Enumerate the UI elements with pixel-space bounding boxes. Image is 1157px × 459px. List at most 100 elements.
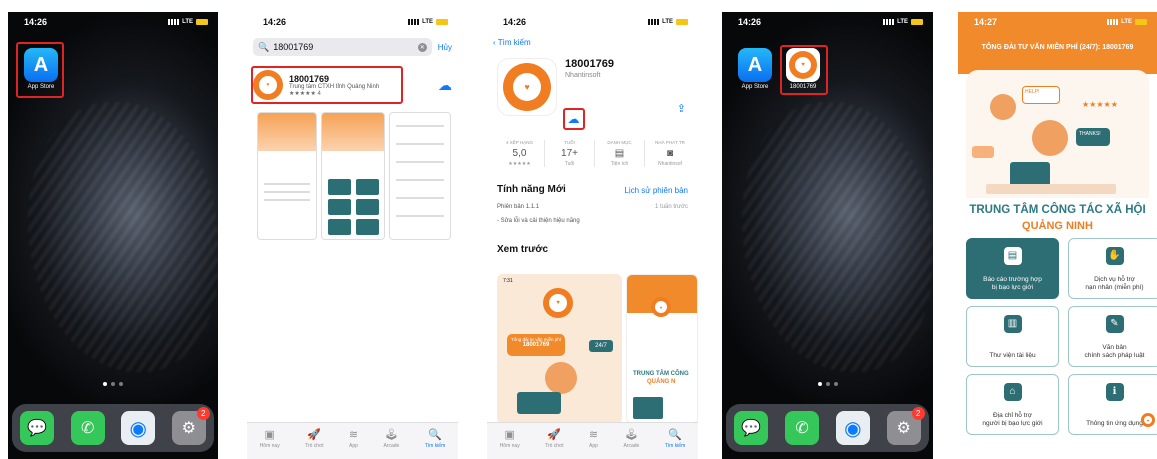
notification-badge: 2: [196, 407, 210, 420]
menu-card-support-services[interactable]: ✋ Dịch vụ hỗ trợ nạn nhân (miễn phí): [1068, 238, 1157, 299]
network-type: LTE: [662, 19, 673, 25]
screenshot-thumb-2[interactable]: [321, 112, 385, 240]
help-bubble: HELP!: [1022, 86, 1060, 104]
signal-icon: [883, 19, 895, 25]
back-button[interactable]: ‹ Tìm kiếm: [493, 38, 531, 47]
screenshot-thumb-1[interactable]: [257, 112, 317, 240]
calculator-icon: ▤: [614, 148, 625, 159]
messages-icon[interactable]: 💬: [20, 411, 55, 445]
status-bar: 14:27 LTE: [958, 12, 1157, 32]
rocket-icon: 🚀: [547, 429, 562, 441]
safari-icon[interactable]: ◉: [835, 411, 870, 445]
hotline-banner[interactable]: TỔNG ĐÀI TƯ VẤN MIỄN PHÍ (24/7): 1800176…: [958, 44, 1157, 51]
tab-apps[interactable]: ≋ App: [349, 428, 358, 449]
screenshot-thumb-3[interactable]: [389, 112, 451, 240]
download-cloud-icon[interactable]: ☁: [438, 77, 452, 94]
menu-card-report[interactable]: ▤ Báo cáo trường hợp bị bạo lực giới: [966, 238, 1059, 299]
tab-search[interactable]: 🔍 Tìm kiếm: [665, 428, 686, 449]
app-logo-icon: ♥: [651, 297, 671, 317]
status-time: 14:26: [738, 17, 762, 27]
tab-games[interactable]: 🚀 Trò chơi: [545, 428, 563, 449]
tab-today[interactable]: ▣ Hôm nay: [260, 428, 280, 449]
whats-new-heading: Tính năng Mới: [497, 184, 566, 195]
signal-icon: [648, 19, 660, 25]
version-label: Phiên bản 1.1.1: [497, 204, 540, 210]
person-left-illustration: [990, 94, 1016, 120]
status-time: 14:26: [503, 17, 527, 27]
network-type: LTE: [897, 19, 908, 25]
highlight-box: [16, 42, 64, 98]
cancel-button[interactable]: Hủy: [438, 43, 452, 52]
search-icon: 🔍: [258, 41, 270, 52]
info-icon: ℹ: [1105, 383, 1124, 401]
app-logo: ♥: [497, 58, 557, 116]
menu-card-support-addresses[interactable]: ⌂ Địa chỉ hỗ trợ người bị bạo lực giới: [966, 374, 1059, 435]
tab-arcade[interactable]: 🕹 Arcade: [383, 428, 399, 449]
floating-chat-icon[interactable]: ♥: [1141, 413, 1155, 427]
search-input[interactable]: 🔍 18001769 ✕: [253, 38, 432, 56]
version-age: 1 tuần trước: [655, 204, 688, 210]
tab-arcade[interactable]: 🕹 Arcade: [623, 428, 639, 449]
signal-icon: [1107, 19, 1119, 25]
tab-bar: ▣ Hôm nay 🚀 Trò chơi ≋ App 🕹 Arcade 🔍 Tìm kiế…: [247, 422, 458, 459]
app-title: 18001769: [565, 58, 614, 70]
stack-icon: ≋: [348, 429, 359, 441]
page-indicator: [722, 382, 933, 386]
document-icon: ✎: [1105, 315, 1124, 333]
location-icon: ⌂: [1003, 383, 1022, 401]
page-indicator: [8, 382, 218, 386]
app-store-icon[interactable]: A: [738, 48, 772, 82]
joystick-icon: 🕹: [384, 429, 399, 441]
battery-icon: [676, 19, 688, 25]
messages-icon[interactable]: 💬: [734, 411, 769, 445]
status-bar: 14:26 LTE: [8, 12, 218, 32]
home-screen-panel: 14:26 LTE A App Store 💬 ✆ ◉ ⚙ 2: [8, 12, 218, 459]
rating-stars: ★★★★★: [1082, 100, 1118, 109]
signal-icon: [168, 19, 180, 25]
status-bar: 14:26 LTE: [722, 12, 933, 32]
app-logo-icon: ♥: [543, 288, 573, 318]
network-type: LTE: [1121, 19, 1132, 25]
search-row: 🔍 18001769 ✕ Hủy: [253, 38, 452, 56]
preview-screenshot-2[interactable]: ♥ TRUNG TÂM CÔNG QUẢNG N: [626, 274, 698, 424]
report-icon: ▤: [1003, 247, 1022, 265]
menu-card-library[interactable]: ▥ Thư viện tài liệu: [966, 306, 1059, 367]
developer-name: Nhantinsoft: [565, 72, 601, 79]
meta-age: TUỔI 17+ Tuổi: [545, 140, 595, 167]
settings-icon[interactable]: ⚙ 2: [171, 407, 210, 445]
home-screen-installed-panel: 14:26 LTE A App Store ♥ 18001769 💬 ✆ ◉ ⚙…: [722, 12, 933, 459]
tab-search[interactable]: 🔍 Tìm kiếm: [425, 428, 446, 449]
app-logo-icon: ♥: [503, 63, 551, 111]
hero-illustration: HELP! ★★★★★ THANKS!: [966, 70, 1149, 198]
highlight-box: [563, 108, 585, 130]
battery-icon: [436, 19, 448, 25]
settings-icon[interactable]: ⚙ 2: [886, 407, 925, 445]
preview-screenshot-1[interactable]: 7:31 ♥ Tổng đài tư vấn miễn phí 18001769 …: [497, 274, 622, 424]
share-icon[interactable]: ⇪: [677, 102, 686, 115]
rocket-icon: 🚀: [307, 429, 322, 441]
search-results-panel: 14:26 LTE 🔍 18001769 ✕ Hủy ♥ 18001769 Tr…: [247, 12, 458, 459]
tab-apps[interactable]: ≋ App: [589, 428, 598, 449]
tab-bar: ▣ Hôm nay 🚀 Trò chơi ≋ App 🕹 Arcade 🔍 Tìm kiế…: [487, 422, 698, 459]
highlight-box: [780, 45, 828, 95]
app-main-panel: 14:27 LTE TỔNG ĐÀI TƯ VẤN MIỄN PHÍ (24/7…: [958, 12, 1157, 459]
version-history-link[interactable]: Lịch sử phiên bản: [624, 186, 688, 195]
phone-icon[interactable]: ✆: [70, 411, 105, 445]
safari-icon[interactable]: ◉: [121, 411, 156, 445]
status-bar: 14:26 LTE: [247, 12, 458, 32]
dock: 💬 ✆ ◉ ⚙ 2: [12, 404, 214, 452]
status-bar: 14:26 LTE: [487, 12, 698, 32]
search-value: 18001769: [273, 42, 314, 52]
tab-games[interactable]: 🚀 Trò chơi: [305, 428, 323, 449]
meta-ratings: 4 XẾP HẠNG 5,0 ★★★★★: [495, 140, 545, 167]
status-time: 14:26: [24, 17, 48, 27]
clear-icon[interactable]: ✕: [417, 42, 427, 52]
phone-icon[interactable]: ✆: [785, 411, 820, 445]
app-meta-row: 4 XẾP HẠNG 5,0 ★★★★★ TUỔI 17+ Tuổi DANH MỤC ▤…: [495, 140, 698, 167]
menu-card-legal-docs[interactable]: ✎ Văn bản chính sách pháp luật: [1068, 306, 1157, 367]
tab-today[interactable]: ▣ Hôm nay: [500, 428, 520, 449]
laptop-illustration: [517, 392, 561, 414]
dock: 💬 ✆ ◉ ⚙ 2: [726, 404, 929, 452]
status-time: 14:26: [263, 17, 287, 27]
preview-heading: Xem trước: [497, 244, 549, 255]
